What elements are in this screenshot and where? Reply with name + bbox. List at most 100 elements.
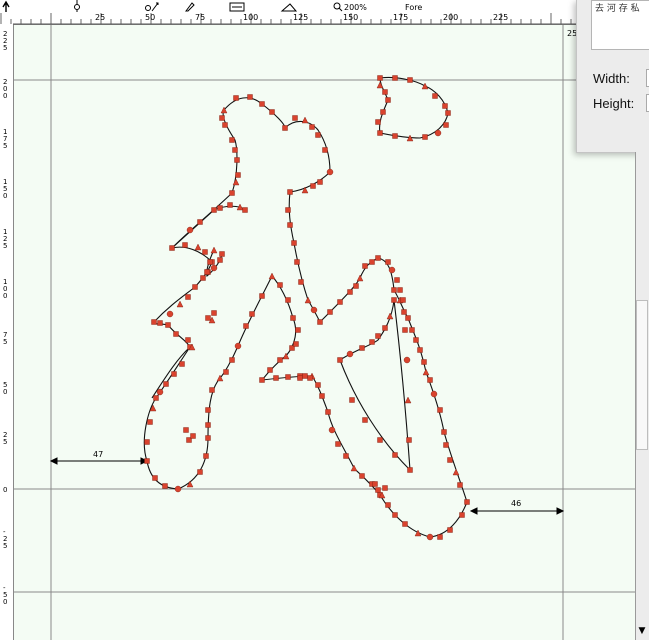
glyph-point[interactable] bbox=[205, 407, 211, 413]
glyph-point[interactable] bbox=[430, 390, 438, 398]
glyph-point[interactable] bbox=[162, 483, 168, 489]
glyph-point[interactable] bbox=[282, 125, 288, 131]
glyph-point[interactable] bbox=[413, 337, 419, 343]
glyph-point[interactable] bbox=[375, 333, 381, 339]
glyph-point[interactable] bbox=[346, 350, 354, 358]
glyph-point[interactable] bbox=[182, 242, 188, 248]
glyph-point[interactable] bbox=[437, 407, 443, 413]
glyph-point[interactable] bbox=[249, 311, 255, 317]
glyph-point[interactable] bbox=[356, 274, 364, 282]
scroll-down-arrow-icon[interactable]: ▼ bbox=[636, 623, 648, 639]
scrollbar-thumb[interactable] bbox=[636, 300, 648, 450]
glyph-point[interactable] bbox=[259, 101, 265, 107]
glyph-point[interactable] bbox=[359, 473, 365, 479]
glyph-point[interactable] bbox=[183, 427, 189, 433]
glyph-point[interactable] bbox=[301, 116, 309, 124]
glyph-point[interactable] bbox=[301, 186, 309, 194]
glyph-point[interactable] bbox=[392, 75, 398, 81]
glyph-point[interactable] bbox=[402, 521, 408, 527]
glyph-point[interactable] bbox=[392, 512, 398, 518]
glyph-point[interactable] bbox=[259, 293, 265, 299]
glyph-point[interactable] bbox=[325, 409, 331, 415]
glyph-point[interactable] bbox=[401, 309, 407, 315]
glyph-point[interactable] bbox=[243, 323, 249, 329]
glyph-point[interactable] bbox=[347, 289, 353, 295]
glyph-point[interactable] bbox=[194, 243, 202, 251]
glyph-point[interactable] bbox=[309, 124, 315, 130]
glyph-point[interactable] bbox=[385, 259, 391, 265]
glyph-point[interactable] bbox=[147, 419, 153, 425]
glyph-point[interactable] bbox=[337, 299, 343, 305]
glyph-point[interactable] bbox=[234, 157, 240, 163]
glyph-point[interactable] bbox=[186, 226, 194, 234]
glyph-point[interactable] bbox=[209, 387, 215, 393]
glyph-point[interactable] bbox=[457, 482, 463, 488]
glyph-point[interactable] bbox=[285, 297, 291, 303]
glyph-point[interactable] bbox=[229, 137, 235, 143]
glyph-point[interactable] bbox=[285, 207, 291, 213]
glyph-point[interactable] bbox=[242, 207, 248, 213]
glyph-point[interactable] bbox=[207, 259, 213, 265]
glyph-point[interactable] bbox=[156, 388, 164, 396]
glyph-point[interactable] bbox=[223, 369, 229, 375]
glyph-point[interactable] bbox=[179, 361, 185, 367]
glyph-point[interactable] bbox=[375, 119, 381, 125]
pointer-tool-icon[interactable] bbox=[2, 0, 10, 12]
glyph-point[interactable] bbox=[293, 341, 299, 347]
glyph-point[interactable] bbox=[152, 475, 158, 481]
glyph-point[interactable] bbox=[445, 110, 451, 116]
glyph-point[interactable] bbox=[217, 257, 223, 263]
glyph-point[interactable] bbox=[227, 202, 233, 208]
glyph-point[interactable] bbox=[173, 331, 179, 337]
glyph-point[interactable] bbox=[315, 132, 321, 138]
glyph-edit-canvas[interactable]: 200% Fore 25 50 75 100 125 150 175 200 2… bbox=[0, 0, 649, 640]
glyph-point[interactable] bbox=[277, 282, 283, 288]
glyph-point[interactable] bbox=[405, 315, 411, 321]
glyph-point[interactable] bbox=[404, 396, 412, 404]
glyph-point[interactable] bbox=[211, 207, 217, 213]
glyph-point[interactable] bbox=[267, 367, 273, 373]
glyph-point[interactable] bbox=[292, 115, 298, 121]
glyph-point[interactable] bbox=[291, 240, 297, 246]
glyph-point[interactable] bbox=[295, 327, 301, 333]
glyph-point[interactable] bbox=[443, 122, 449, 128]
glyph-point[interactable] bbox=[219, 251, 225, 257]
glyph-point[interactable] bbox=[317, 319, 323, 325]
glyph-point[interactable] bbox=[163, 381, 169, 387]
knife-tool-icon[interactable] bbox=[185, 2, 195, 12]
glyph-point[interactable] bbox=[205, 422, 211, 428]
glyph-point[interactable] bbox=[400, 297, 406, 303]
glyph-point[interactable] bbox=[377, 437, 383, 443]
glyph-point[interactable] bbox=[442, 103, 448, 109]
glyph-point[interactable] bbox=[382, 485, 388, 491]
glyph-point[interactable] bbox=[380, 109, 386, 115]
glyph-point[interactable] bbox=[459, 512, 465, 518]
glyph-point[interactable] bbox=[247, 94, 253, 100]
glyph-point[interactable] bbox=[369, 339, 375, 345]
glyph-point[interactable] bbox=[326, 168, 334, 176]
glyph-point[interactable] bbox=[452, 468, 460, 476]
glyph-point[interactable] bbox=[298, 279, 304, 285]
zoom-icon[interactable] bbox=[333, 2, 343, 12]
glyph-point[interactable] bbox=[217, 205, 223, 211]
glyph-point[interactable] bbox=[285, 374, 291, 380]
glyph-point[interactable] bbox=[359, 345, 365, 351]
glyph-point[interactable] bbox=[307, 375, 313, 381]
glyph-point[interactable] bbox=[205, 315, 211, 321]
glyph-point[interactable] bbox=[165, 322, 171, 328]
glyph-point[interactable] bbox=[385, 97, 391, 103]
glyph-point[interactable] bbox=[202, 249, 208, 255]
glyph-point[interactable] bbox=[157, 320, 163, 326]
glyph-point[interactable] bbox=[353, 283, 359, 289]
glyph-point[interactable] bbox=[394, 277, 400, 283]
glyph-point[interactable] bbox=[407, 467, 413, 473]
glyph-point[interactable] bbox=[185, 337, 191, 343]
glyph-point[interactable] bbox=[375, 487, 381, 493]
glyph-point[interactable] bbox=[268, 272, 276, 280]
glyph-point[interactable] bbox=[397, 287, 403, 293]
glyph-point[interactable] bbox=[392, 133, 398, 139]
glyph-point[interactable] bbox=[211, 310, 217, 316]
glyph-point[interactable] bbox=[235, 172, 241, 178]
glyph-point[interactable] bbox=[377, 130, 383, 136]
glyph-point[interactable] bbox=[437, 534, 443, 540]
